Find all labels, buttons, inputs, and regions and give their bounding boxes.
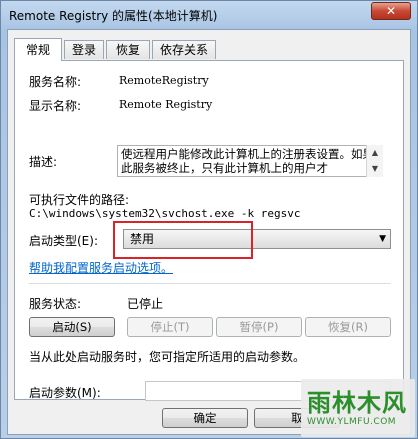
watermark-logo: 雨林木风 <box>307 389 407 417</box>
service-status-label: 服务状态: <box>29 297 82 311</box>
service-status-value: 已停止 <box>127 297 164 311</box>
scroll-down-arrow-icon[interactable]: ▼ <box>367 161 383 177</box>
chevron-down-icon: ▼ <box>379 234 386 244</box>
exe-path-value: C:\windows\system32\svchost.exe -k regsv… <box>29 207 301 220</box>
button-label: 恢复(R) <box>328 320 368 334</box>
tab-recovery[interactable]: 恢复 <box>106 40 150 59</box>
tab-label: 登录 <box>71 43 96 57</box>
startup-type-label: 启动类型(E): <box>29 234 98 248</box>
properties-window: Remote Registry 的属性(本地计算机) ✕ 常规 登录 恢复 依存… <box>0 0 418 439</box>
close-icon: ✕ <box>385 4 397 18</box>
display-name-label: 显示名称: <box>29 99 82 113</box>
tab-label: 恢复 <box>115 43 140 57</box>
start-params-label: 启动参数(M): <box>29 386 101 400</box>
stop-button[interactable]: 停止(T) <box>127 317 213 337</box>
start-params-hint: 当从此处启动服务时，您可指定所适用的启动参数。 <box>29 350 306 364</box>
tab-logon[interactable]: 登录 <box>64 40 104 59</box>
exe-path-label: 可执行文件的路径: <box>29 193 130 207</box>
description-text: 使远程用户能修改此计算机上的注册表设置。如果此服务被终止，只有此计算机上的用户才 <box>121 147 374 175</box>
description-label: 描述: <box>29 155 58 169</box>
watermark-url: WWW.YLMFU.COM <box>307 417 397 427</box>
button-label: 暂停(P) <box>239 320 279 334</box>
window-title: Remote Registry 的属性(本地计算机) <box>9 9 218 23</box>
startup-type-select[interactable]: 禁用 ▼ <box>123 229 391 249</box>
button-label: 启动(S) <box>52 320 92 334</box>
divider <box>29 283 391 284</box>
service-name-value: RemoteRegistry <box>119 74 209 87</box>
resume-button[interactable]: 恢复(R) <box>305 317 391 337</box>
description-scrollbar[interactable]: ▲ ▼ <box>366 145 383 177</box>
general-tab-panel: 服务名称: RemoteRegistry 显示名称: Remote Regist… <box>14 60 404 401</box>
ok-button[interactable]: 确定 <box>162 408 248 428</box>
tab-label: 依存关系 <box>159 43 208 57</box>
button-label: 确定 <box>193 411 217 425</box>
close-button[interactable]: ✕ <box>371 2 411 20</box>
button-label: 停止(T) <box>150 320 190 334</box>
title-bar[interactable]: Remote Registry 的属性(本地计算机) ✕ <box>1 1 417 27</box>
tab-label: 常规 <box>25 43 50 57</box>
scroll-up-arrow-icon[interactable]: ▲ <box>367 145 383 161</box>
watermark: 雨林木风 WWW.YLMFU.COM <box>301 379 415 437</box>
start-button[interactable]: 启动(S) <box>29 317 115 337</box>
tab-general[interactable]: 常规 <box>14 38 62 61</box>
dialog-client-area: 常规 登录 恢复 依存关系 服务名称: RemoteRegistry 显示名称:… <box>7 29 411 435</box>
description-textbox[interactable]: 使远程用户能修改此计算机上的注册表设置。如果此服务被终止，只有此计算机上的用户才 <box>117 145 383 177</box>
display-name-value: Remote Registry <box>119 98 213 111</box>
pause-button[interactable]: 暂停(P) <box>216 317 302 337</box>
help-link[interactable]: 帮助我配置服务启动选项。 <box>29 259 173 276</box>
startup-type-value: 禁用 <box>130 232 155 246</box>
service-name-label: 服务名称: <box>29 75 82 89</box>
tab-dependencies[interactable]: 依存关系 <box>152 40 216 59</box>
